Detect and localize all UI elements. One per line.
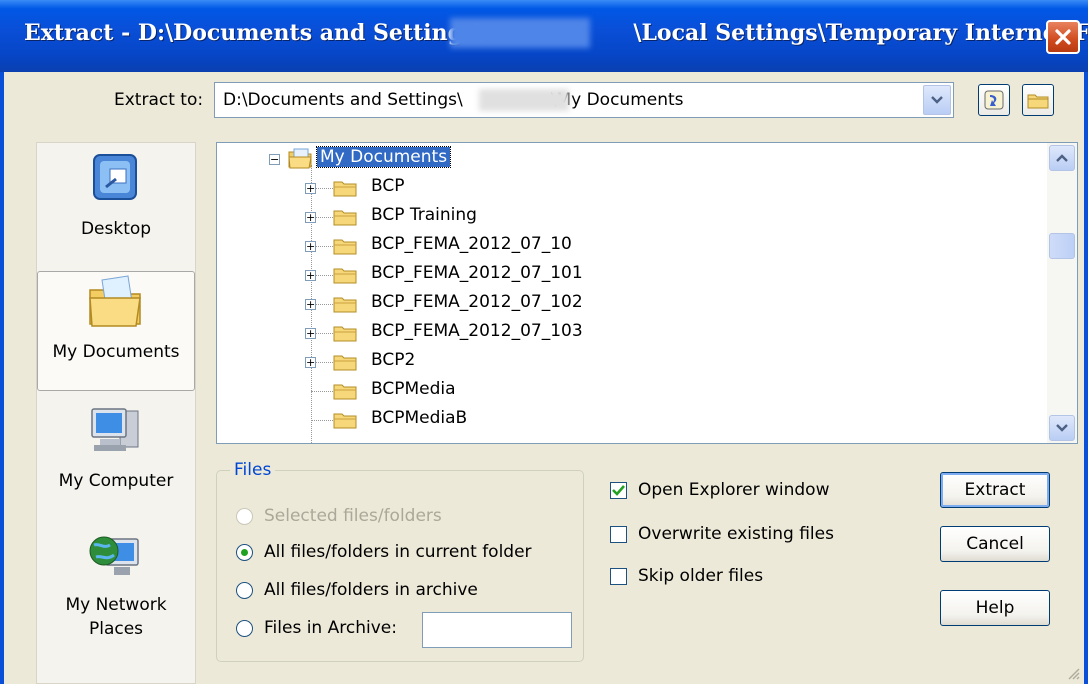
window-title-prefix: Extract - D:\Documents and Settings\	[24, 20, 484, 46]
tree-item[interactable]: + BCP_FEMA_2012_07_10	[217, 232, 1037, 261]
tree-root-label[interactable]: My Documents	[315, 146, 452, 168]
desktop-icon	[93, 154, 137, 200]
new-folder-button[interactable]	[1022, 84, 1054, 116]
folder-icon	[333, 181, 357, 197]
network-places-icon	[89, 536, 139, 575]
scroll-thumb[interactable]	[1049, 233, 1075, 259]
tree-item[interactable]: + BCP_FEMA_2012_07_101	[217, 261, 1037, 290]
folder-icon	[333, 384, 357, 400]
tree-item-label: BCP_FEMA_2012_07_101	[371, 263, 583, 283]
place-my-documents[interactable]: My Documents	[37, 271, 195, 391]
extract-button[interactable]: Extract	[940, 472, 1050, 508]
checkmark-icon	[612, 485, 625, 496]
tree-item-label: BCP	[371, 176, 405, 196]
checkbox-skip-older[interactable]	[610, 568, 627, 585]
tree-item-label: BCP_FEMA_2012_07_102	[371, 292, 583, 312]
folder-icon	[333, 239, 357, 255]
my-computer-icon	[91, 408, 139, 451]
tree-item[interactable]: + BCP_FEMA_2012_07_103	[217, 319, 1037, 348]
folder-icon	[333, 210, 357, 226]
radio-selected-files-label: Selected files/folders	[264, 506, 442, 526]
my-documents-folder-icon	[288, 148, 312, 169]
folder-icon	[333, 326, 357, 342]
scroll-up-button[interactable]	[1049, 145, 1075, 171]
folder-icon	[333, 297, 357, 313]
dialog-body: Extract to: D:\Documents and Settings\ \M…	[0, 72, 1088, 684]
folder-icon	[333, 413, 357, 429]
browse-history-button[interactable]	[978, 84, 1010, 116]
expand-icon[interactable]: +	[305, 299, 316, 310]
tree-item-label: BCP Training	[371, 205, 477, 225]
tree-item[interactable]: + BCP_FEMA_2012_07_102	[217, 290, 1037, 319]
places-bar: Desktop My Documents My Computer My Netw…	[36, 142, 196, 684]
folder-icon	[1027, 94, 1049, 109]
folder-icon	[333, 268, 357, 284]
expand-icon[interactable]: +	[305, 212, 316, 223]
chevron-down-icon	[1056, 424, 1068, 432]
tree-item-label: BCP_FEMA_2012_07_10	[371, 234, 572, 254]
radio-current-folder-label: All files/folders in current folder	[264, 542, 532, 562]
tree-item[interactable]: + BCP Training	[217, 203, 1037, 232]
place-my-computer-label: My Computer	[58, 471, 174, 491]
checkbox-open-explorer[interactable]	[610, 482, 627, 499]
redacted-path-segment	[479, 89, 569, 111]
window-title-suffix: \Local Settings\Temporary Internet Fil..…	[633, 20, 1088, 46]
radio-files-in-archive-label: Files in Archive:	[264, 618, 397, 638]
close-icon	[1055, 29, 1071, 45]
tree-root-row[interactable]: − My Documents	[217, 145, 1037, 174]
checkbox-open-explorer-label: Open Explorer window	[638, 480, 830, 500]
tree-item[interactable]: + BCP2	[217, 348, 1037, 377]
extract-to-path[interactable]: D:\Documents and Settings\ \My Documents	[223, 90, 684, 110]
files-in-archive-input[interactable]	[422, 612, 572, 648]
redacted-username	[450, 18, 590, 48]
expand-icon[interactable]: +	[305, 183, 316, 194]
tree-item[interactable]: BCPMedia	[217, 377, 1037, 406]
radio-current-folder[interactable]	[236, 544, 253, 561]
checkbox-overwrite-label: Overwrite existing files	[638, 524, 834, 544]
folder-tree[interactable]: − My Documents + BCP + BCP Training + BC…	[216, 142, 1078, 444]
help-button[interactable]: Help	[940, 590, 1050, 626]
tree-item-label: BCP2	[371, 350, 416, 370]
extract-to-label: Extract to:	[114, 90, 204, 110]
tree-scrollbar[interactable]	[1047, 143, 1077, 443]
expand-icon[interactable]: +	[305, 357, 316, 368]
checkbox-skip-older-label: Skip older files	[638, 566, 764, 586]
tree-item-label: BCPMediaB	[371, 408, 468, 428]
expand-icon[interactable]: +	[305, 241, 316, 252]
expand-icon[interactable]: +	[305, 328, 316, 339]
tree-item[interactable]: BCPMediaB	[217, 406, 1037, 435]
close-button[interactable]	[1046, 20, 1080, 54]
title-bar[interactable]: Extract - D:\Documents and Settings\ \Loc…	[0, 0, 1088, 72]
extract-path-suffix: \My Documents	[550, 90, 684, 110]
collapse-icon[interactable]: −	[269, 154, 280, 165]
place-my-documents-label: My Documents	[52, 342, 180, 362]
my-documents-icon	[89, 275, 141, 327]
radio-files-in-archive[interactable]	[236, 620, 253, 637]
chevron-up-icon	[1056, 154, 1068, 162]
scroll-down-button[interactable]	[1049, 415, 1075, 441]
radio-all-in-archive-label: All files/folders in archive	[264, 580, 478, 600]
checkbox-overwrite[interactable]	[610, 526, 627, 543]
place-desktop[interactable]: Desktop	[37, 149, 195, 267]
place-my-computer[interactable]: My Computer	[37, 401, 195, 519]
resize-grip-icon[interactable]	[1066, 666, 1080, 680]
history-arrow-icon	[984, 90, 1004, 110]
place-desktop-label: Desktop	[80, 219, 152, 239]
files-group-title: Files	[230, 460, 276, 480]
tree-item-label: BCPMedia	[371, 379, 456, 399]
place-network-label: My Network Places	[65, 595, 167, 639]
folder-icon	[333, 355, 357, 371]
chevron-down-icon	[931, 96, 943, 104]
expand-icon[interactable]: +	[305, 270, 316, 281]
radio-selected-files[interactable]	[236, 508, 253, 525]
extract-to-combobox[interactable]: D:\Documents and Settings\ \My Documents	[214, 82, 954, 118]
extract-path-prefix: D:\Documents and Settings\	[223, 90, 463, 110]
radio-all-in-archive[interactable]	[236, 582, 253, 599]
combobox-dropdown-button[interactable]	[923, 85, 951, 115]
tree-item-label: BCP_FEMA_2012_07_103	[371, 321, 583, 341]
tree-item[interactable]: + BCP	[217, 174, 1037, 203]
cancel-button[interactable]: Cancel	[940, 526, 1050, 562]
place-network[interactable]: My Network Places	[37, 525, 195, 675]
